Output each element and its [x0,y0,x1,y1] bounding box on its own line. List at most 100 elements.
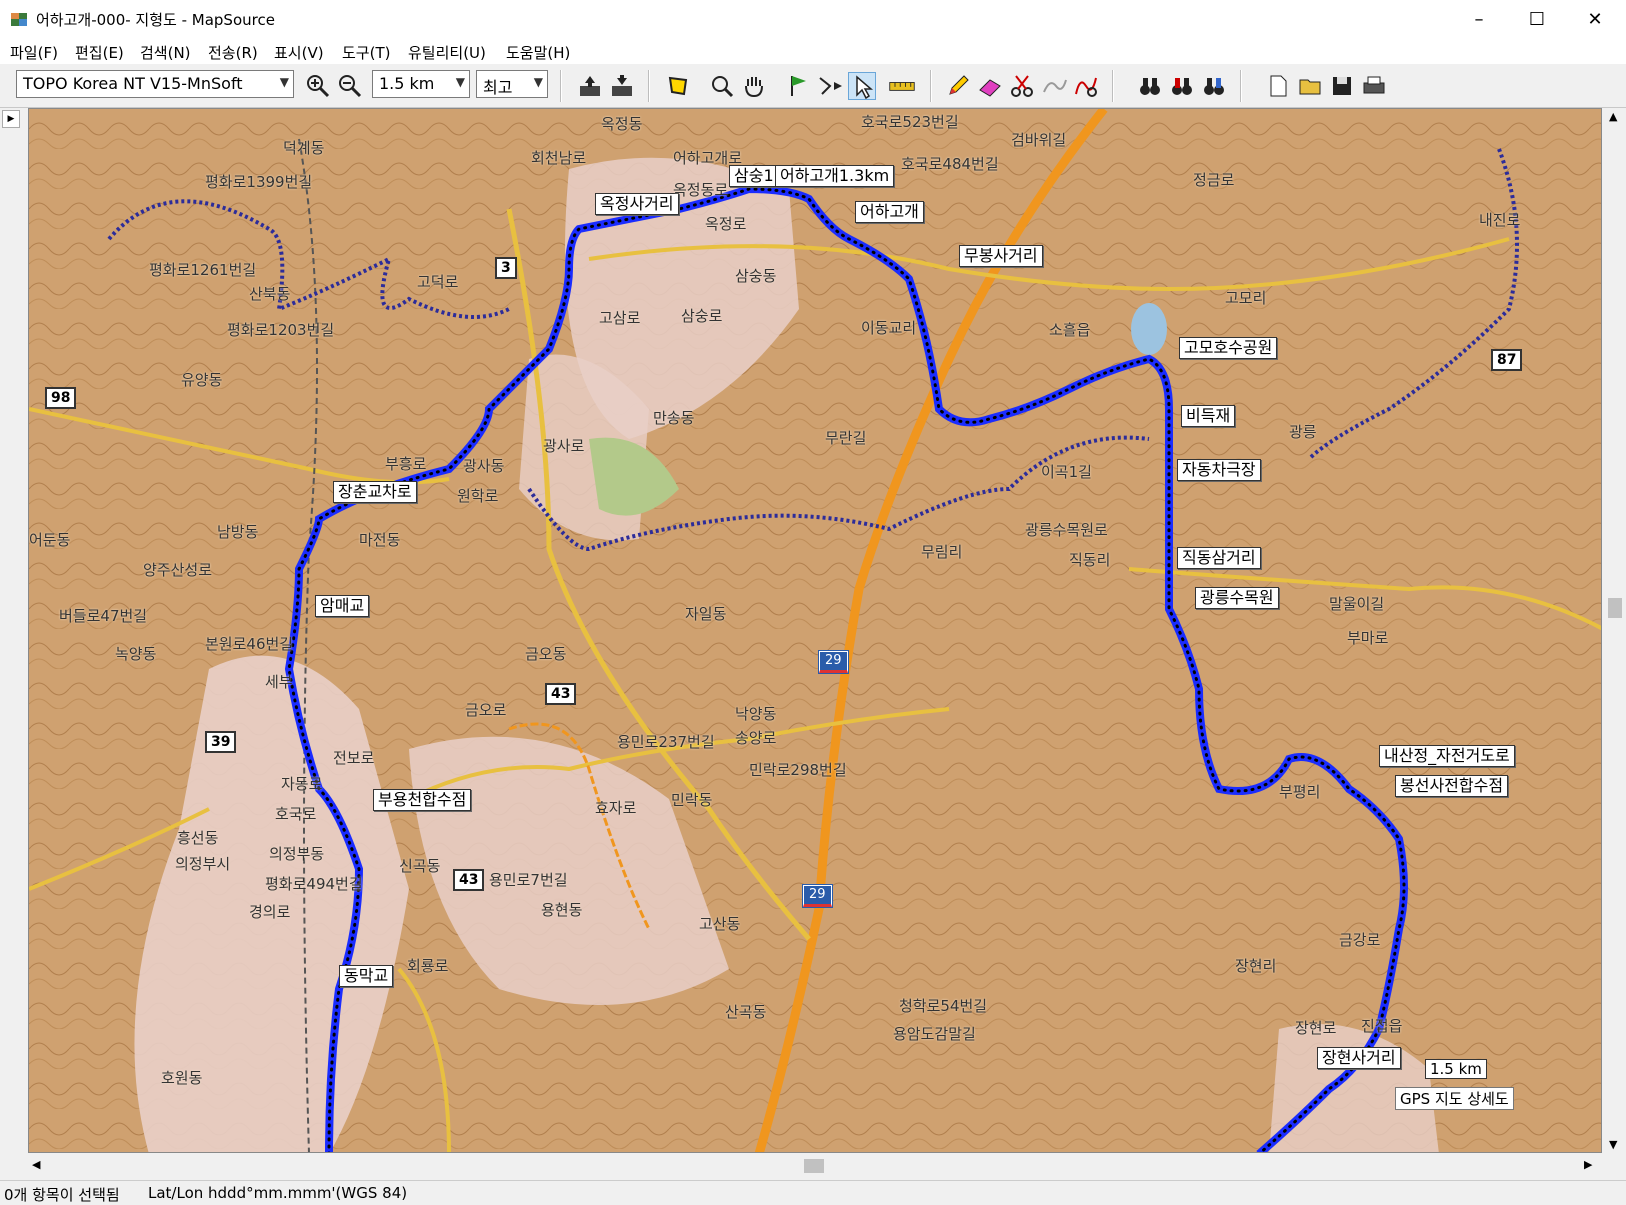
waypoint-label[interactable]: 광릉수목원 [1195,587,1279,609]
place-label: 어하고개로 [673,149,743,167]
scroll-thumb[interactable] [1608,598,1622,618]
join-track-button[interactable] [1040,72,1068,100]
place-label: 민락동 [671,791,713,809]
selection-tool-button[interactable] [848,72,876,100]
detail-value: 최고 [483,78,513,97]
waypoint-label[interactable]: 옥정사거리 [595,193,679,215]
place-label: 고삼로 [599,309,641,327]
place-label: 광릉수목원로 [1025,521,1108,539]
eraser-tool-button[interactable] [976,72,1004,100]
select-area-tool-button[interactable] [664,72,692,100]
place-label: 광사동 [463,457,505,475]
save-file-button[interactable] [1328,72,1356,100]
place-label: 녹양동 [115,645,157,663]
map-view[interactable]: 옥정사거리 삼숭1 어하고개1.3km 어하고개 무봉사거리 고모호수공원 비득… [28,108,1602,1153]
waypoint-label[interactable]: 암매교 [315,595,370,617]
horizontal-scrollbar[interactable]: ◀ ▶ [28,1155,1604,1177]
maximize-button[interactable]: ☐ [1508,0,1566,40]
detail-select[interactable]: 최고 ▼ [476,70,548,98]
waypoint-tool-button[interactable] [784,72,812,100]
waypoint-label[interactable]: 무봉사거리 [959,245,1043,267]
waypoint-label[interactable]: 장춘교차로 [333,481,417,503]
vertical-scrollbar[interactable]: ▲ ▼ [1604,108,1626,1155]
place-label: 호국로 [275,805,317,823]
waypoint-label[interactable]: 동막교 [339,965,394,987]
route-tool-button[interactable] [816,72,844,100]
place-label: 산북동 [249,285,291,303]
scroll-thumb[interactable] [804,1159,824,1173]
waypoint-label[interactable]: 어하고개 [855,201,924,223]
place-label: 자일동 [685,605,727,623]
menu-tools[interactable]: 도구(T) [342,42,390,63]
place-label: 정금로 [1193,171,1235,189]
find-near-button[interactable] [1200,72,1228,100]
waypoint-label[interactable]: 장현사거리 [1317,1047,1401,1069]
place-label: 낙양동 [735,705,777,723]
zoom-in-button[interactable] [304,72,332,100]
map-scale: 1.5 km GPS 지도 상세도 [1395,1059,1515,1111]
scroll-right-icon[interactable]: ▶ [1584,1158,1592,1171]
place-label: 금오로 [465,701,507,719]
track-tool-button[interactable] [1072,72,1100,100]
floppy-disk-icon [1333,77,1351,95]
expand-panel-button[interactable]: ▶ [2,110,20,128]
binoculars-icon [1140,78,1160,95]
map-detail-label: GPS 지도 상세도 [1395,1087,1514,1110]
waypoint-label[interactable]: 삼숭1 [729,165,779,187]
road-shield: 3 [495,257,517,279]
waypoint-label[interactable]: 비득재 [1181,405,1236,427]
waypoint-label[interactable]: 부용천합수점 [373,789,472,811]
close-button[interactable]: ✕ [1566,0,1624,40]
waypoint-label[interactable]: 고모호수공원 [1179,337,1278,359]
divide-track-button[interactable] [1008,72,1036,100]
place-label: 마전동 [359,531,401,549]
zoom-tool-button[interactable] [708,72,736,100]
minimize-button[interactable]: – [1450,0,1508,40]
menu-file[interactable]: 파일(F) [10,42,58,63]
open-file-button[interactable] [1296,72,1324,100]
waypoint-label[interactable]: 자동차극장 [1177,459,1261,481]
pan-tool-button[interactable] [740,72,768,100]
zoom-scale-select[interactable]: 1.5 km ▼ [372,70,470,98]
road-shield: 98 [45,387,77,409]
road-shield: 43 [545,683,577,705]
measure-tool-button[interactable] [888,72,920,100]
road-shield: 87 [1491,349,1523,371]
waypoint-label[interactable]: 직동삼거리 [1177,547,1261,569]
send-to-device-button[interactable] [608,72,636,100]
menu-edit[interactable]: 편집(E) [75,42,124,63]
receive-from-device-button[interactable] [576,72,604,100]
menu-search[interactable]: 검색(N) [140,42,191,63]
magnifier-icon [712,76,734,98]
find-places-button[interactable] [1168,72,1196,100]
menu-view[interactable]: 표시(V) [274,42,324,63]
place-label: 삼숭로 [681,307,723,325]
chevron-down-icon: ▼ [455,75,465,89]
place-label: 고산동 [699,915,741,933]
find-button[interactable] [1136,72,1164,100]
scroll-up-icon[interactable]: ▲ [1609,110,1617,123]
waypoint-label[interactable]: 어하고개1.3km [775,165,895,187]
print-button[interactable] [1360,72,1388,100]
scroll-left-icon[interactable]: ◀ [32,1158,40,1171]
place-label: 광릉 [1289,423,1317,441]
zoom-scale-value: 1.5 km [379,74,435,93]
place-label: 의정부시 [175,855,231,873]
menu-help[interactable]: 도움말(H) [506,42,570,63]
map-product-select[interactable]: TOPO Korea NT V15-MnSoft ▼ [16,70,294,98]
place-label: 소흘읍 [1049,321,1091,339]
waypoint-label[interactable]: 내산정_자전거도로 [1379,745,1515,767]
menu-transfer[interactable]: 전송(R) [208,42,258,63]
place-label: 원학로 [457,487,499,505]
place-label: 용민로237번길 [617,733,715,751]
scroll-down-icon[interactable]: ▼ [1609,1138,1617,1151]
place-label: 자동로 [281,775,323,793]
new-file-button[interactable] [1264,72,1292,100]
receive-device-icon [580,76,600,96]
waypoint-label[interactable]: 봉선사전합수점 [1395,775,1509,797]
highway-shield: 29 [802,884,833,908]
draw-pencil-button[interactable] [944,72,972,100]
place-label: 어둔동 [29,531,71,549]
zoom-out-button[interactable] [336,72,364,100]
menu-utilities[interactable]: 유틸리티(U) [408,42,486,63]
